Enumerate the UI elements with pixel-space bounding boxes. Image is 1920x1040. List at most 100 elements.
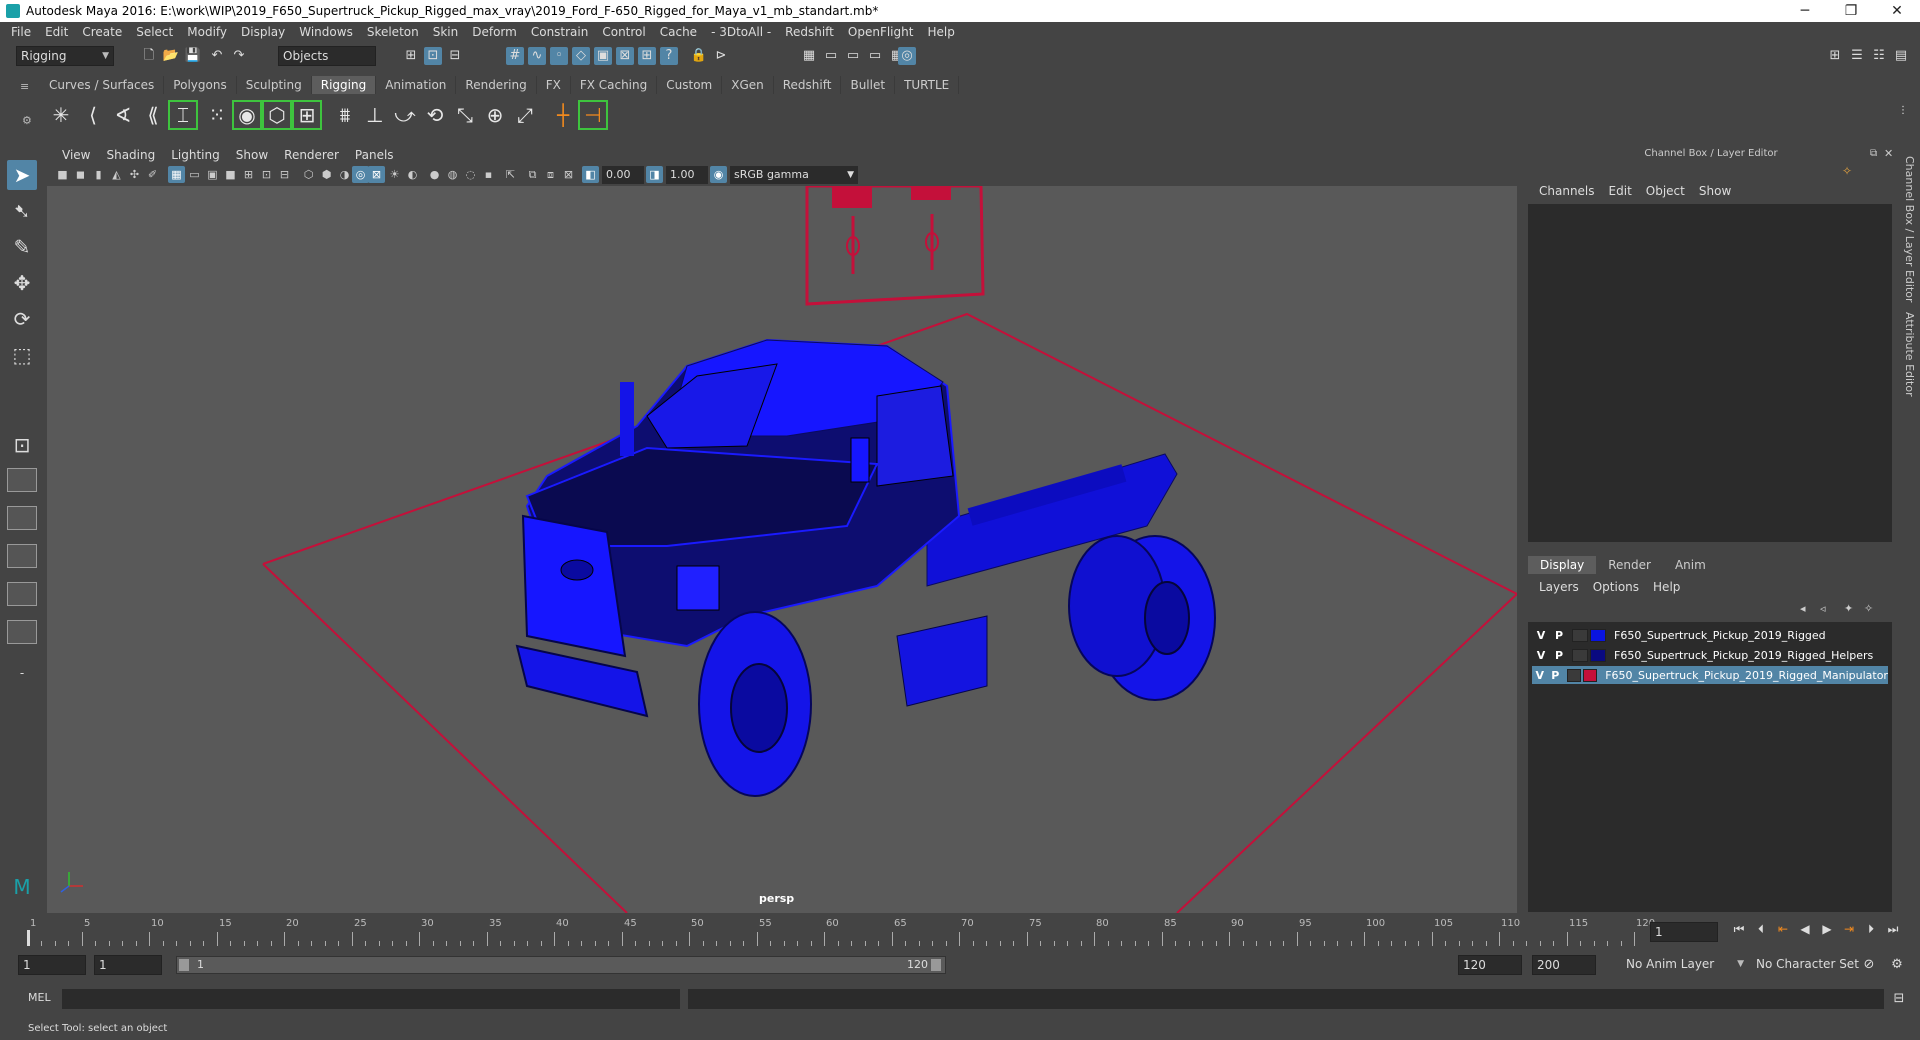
construction-history-icon[interactable]: ⊳ bbox=[712, 47, 730, 65]
side-tab-channel-box[interactable]: Channel Box / Layer Editor bbox=[1903, 156, 1916, 303]
parent-constraint-icon[interactable]: ⊥ bbox=[360, 100, 390, 130]
shelf-tab-curves-surfaces[interactable]: Curves / Surfaces bbox=[40, 76, 165, 94]
layer-type-box[interactable] bbox=[1572, 628, 1588, 642]
select-tool-icon[interactable]: ➤ bbox=[7, 160, 37, 190]
menu-3dtoall[interactable]: - 3DtoAll - bbox=[704, 25, 778, 39]
grease-pencil-icon[interactable]: ✐ bbox=[144, 166, 161, 183]
close-button[interactable]: ✕ bbox=[1874, 0, 1920, 22]
cluster-icon[interactable]: ⁙ bbox=[202, 100, 232, 130]
menu-create[interactable]: Create bbox=[75, 25, 129, 39]
insert-joint-icon[interactable]: ⟨ bbox=[78, 100, 108, 130]
shelf-options-icon[interactable]: ⚙ bbox=[22, 114, 32, 127]
locator-icon[interactable]: ⌶ bbox=[168, 100, 198, 130]
ik-handle-icon[interactable]: ∢ bbox=[108, 100, 138, 130]
close-panel-icon[interactable]: ✕ bbox=[1884, 147, 1893, 160]
layer-color-swatch[interactable] bbox=[1583, 668, 1598, 682]
ambient-occlusion-icon[interactable]: ● bbox=[426, 166, 443, 183]
redo-icon[interactable]: ↷ bbox=[230, 47, 248, 65]
menu-redshift[interactable]: Redshift bbox=[778, 25, 841, 39]
gate-mask-icon[interactable]: ■ bbox=[222, 166, 239, 183]
menu-control[interactable]: Control bbox=[595, 25, 652, 39]
shelf-tab-rendering[interactable]: Rendering bbox=[456, 76, 537, 94]
menu-windows[interactable]: Windows bbox=[292, 25, 360, 39]
xray-active-icon[interactable]: ⧈ bbox=[542, 166, 559, 183]
select-component-icon[interactable]: ⊟ bbox=[446, 47, 464, 65]
shelf-tab-fx-caching[interactable]: FX Caching bbox=[571, 76, 658, 94]
menu-modify[interactable]: Modify bbox=[180, 25, 234, 39]
menu-display[interactable]: Display bbox=[234, 25, 292, 39]
layer-playback-toggle[interactable]: P bbox=[1548, 669, 1564, 682]
restore-button[interactable]: ❐ bbox=[1828, 0, 1874, 22]
anim-layer-dropdown[interactable]: No Anim Layer ▼ bbox=[1622, 955, 1748, 975]
viewport-menu-renderer[interactable]: Renderer bbox=[276, 148, 347, 162]
shelf-tab-bullet[interactable]: Bullet bbox=[841, 76, 896, 94]
step-forward-frame-icon[interactable]: ⏵ bbox=[1860, 922, 1882, 937]
layer-tab-anim[interactable]: Anim bbox=[1663, 556, 1718, 574]
move-tool-icon[interactable]: ✥ bbox=[7, 268, 37, 298]
menu-constrain[interactable]: Constrain bbox=[524, 25, 596, 39]
layer-menu-help[interactable]: Help bbox=[1646, 580, 1687, 594]
select-camera-icon[interactable]: ■ bbox=[54, 166, 71, 183]
channel-box-menu-object[interactable]: Object bbox=[1639, 184, 1692, 198]
play-forwards-icon[interactable]: ▶ bbox=[1816, 922, 1838, 937]
shelf-tab-sculpting[interactable]: Sculpting bbox=[237, 76, 312, 94]
current-time-indicator[interactable] bbox=[27, 930, 30, 946]
layer-menu-layers[interactable]: Layers bbox=[1532, 580, 1586, 594]
menu-openflight[interactable]: OpenFlight bbox=[841, 25, 921, 39]
viewport-menu-panels[interactable]: Panels bbox=[347, 148, 402, 162]
textured-icon[interactable]: ⊠ bbox=[368, 166, 385, 183]
shelf-tab-polygons[interactable]: Polygons bbox=[164, 76, 237, 94]
field-chart-icon[interactable]: ⊞ bbox=[240, 166, 257, 183]
gamma-field[interactable]: 1.00 bbox=[666, 166, 708, 184]
go-to-end-icon[interactable]: ⏭ bbox=[1882, 922, 1904, 937]
selection-mask-dropdown[interactable]: Objects bbox=[278, 46, 376, 66]
safe-title-icon[interactable]: ⊟ bbox=[276, 166, 293, 183]
snap-help-icon[interactable]: ? bbox=[660, 47, 678, 65]
use-all-lights-icon[interactable]: ☀ bbox=[386, 166, 403, 183]
menuset-dropdown[interactable]: Rigging ▼ bbox=[16, 46, 114, 66]
render-globe-icon[interactable]: ◎ bbox=[898, 47, 916, 65]
open-scene-icon[interactable]: 📂 bbox=[162, 47, 180, 65]
undo-icon[interactable]: ↶ bbox=[208, 47, 226, 65]
minimize-button[interactable]: ─ bbox=[1782, 0, 1828, 22]
render-settings-icon[interactable]: ▭ bbox=[866, 47, 884, 65]
layer-visibility-toggle[interactable]: V bbox=[1532, 629, 1550, 642]
menu-edit[interactable]: Edit bbox=[38, 25, 75, 39]
shelf-tab-xgen[interactable]: XGen bbox=[722, 76, 774, 94]
menu-select[interactable]: Select bbox=[129, 25, 180, 39]
channel-key-icon[interactable]: ✧ bbox=[1842, 164, 1852, 178]
exposure-icon[interactable]: ◧ bbox=[582, 166, 599, 183]
layer-color-swatch[interactable] bbox=[1590, 648, 1606, 662]
range-slider[interactable]: 1 120 bbox=[176, 956, 946, 974]
channel-box-icon[interactable]: ▤ bbox=[1892, 47, 1910, 65]
outliner-persp-layout-icon[interactable] bbox=[7, 506, 37, 530]
menu-file[interactable]: File bbox=[4, 25, 38, 39]
range-start-handle[interactable] bbox=[179, 959, 189, 971]
resolution-gate-icon[interactable]: ▣ bbox=[204, 166, 221, 183]
layer-tab-render[interactable]: Render bbox=[1596, 556, 1663, 574]
wrap-deformer-icon[interactable]: ⊞ bbox=[292, 100, 322, 130]
attribute-panel-icon[interactable]: ☰ bbox=[1848, 47, 1866, 65]
ik-spline-icon[interactable]: ⟪ bbox=[138, 100, 168, 130]
ipr-render-icon[interactable]: ▭ bbox=[844, 47, 862, 65]
bind-skin-icon[interactable]: ◉ bbox=[232, 100, 262, 130]
perspective-viewport[interactable]: persp bbox=[47, 186, 1517, 913]
rotate-tool-icon[interactable]: ⟳ bbox=[7, 304, 37, 334]
orient-constraint-icon[interactable]: ⟲ bbox=[420, 100, 450, 130]
single-view-layout-icon[interactable]: ⊡ bbox=[7, 430, 37, 460]
color-management-icon[interactable]: ◉ bbox=[710, 166, 727, 183]
channel-box-menu-channels[interactable]: Channels bbox=[1532, 184, 1602, 198]
layer-type-box[interactable] bbox=[1567, 668, 1582, 682]
command-language-label[interactable]: MEL bbox=[28, 991, 51, 1004]
menu-skeleton[interactable]: Skeleton bbox=[360, 25, 426, 39]
film-gate-icon[interactable]: ▭ bbox=[186, 166, 203, 183]
add-influence-icon[interactable]: ┼ bbox=[548, 100, 578, 130]
go-to-start-icon[interactable]: ⏮ bbox=[1728, 922, 1750, 937]
pole-vector-icon[interactable]: ⤢ bbox=[510, 100, 540, 130]
step-back-key-icon[interactable]: ⇤ bbox=[1772, 922, 1794, 937]
xray-joints-icon[interactable]: ⊠ bbox=[560, 166, 577, 183]
paint-select-tool-icon[interactable]: ✎ bbox=[7, 232, 37, 262]
playback-end-field[interactable]: 120 bbox=[1458, 955, 1522, 975]
snap-vertex-icon[interactable]: ⊠ bbox=[616, 47, 634, 65]
render-view-icon[interactable]: ▦ bbox=[800, 47, 818, 65]
